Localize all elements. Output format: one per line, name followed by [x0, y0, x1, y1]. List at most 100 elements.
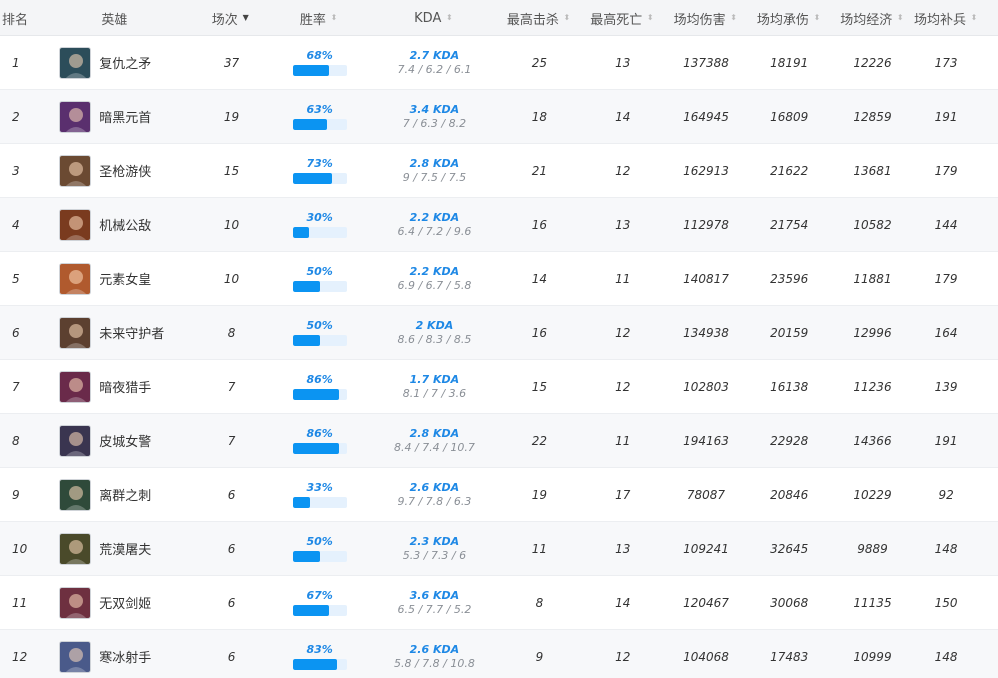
sort-icon[interactable]: ⬍ — [730, 14, 738, 22]
hero-cell[interactable]: 暗夜猎手 — [35, 360, 195, 413]
header-games[interactable]: 场次 ▼ — [194, 0, 268, 36]
hero-cell[interactable]: 元素女皇 — [35, 252, 195, 305]
kda-ratio: 2.2 KDA — [409, 211, 460, 224]
header-rank: 排名 — [2, 12, 29, 28]
avg-taken-cell: 20159 — [770, 325, 809, 340]
avg-taken-cell: 17483 — [770, 649, 809, 664]
avg-cs-cell: 191 — [934, 433, 958, 448]
avg-gold-cell: 10229 — [853, 487, 892, 502]
hero-cell[interactable]: 未来守护者 — [35, 306, 195, 359]
winrate-bar — [292, 173, 347, 184]
avg-gold-cell: 11236 — [853, 379, 892, 394]
rank-cell: 10 — [12, 541, 28, 556]
hero-name[interactable]: 未来守护者 — [99, 323, 164, 342]
kda-detail: 7.4 / 6.2 / 6.1 — [397, 63, 472, 76]
winrate-text: 86% — [306, 427, 333, 440]
table-row[interactable]: 4 机械公敌 10 30% 2.2 KDA 6.4 / 7.2 / 9.6 16 13 1129… — [0, 198, 998, 252]
sort-icon[interactable]: ⬍ — [563, 14, 571, 22]
games-cell: 19 — [223, 109, 240, 124]
hero-cell[interactable]: 机械公敌 — [35, 198, 195, 251]
table-row[interactable]: 8 皮城女警 7 86% 2.8 KDA 8.4 / 7.4 / 10.7 22 11 1941… — [0, 414, 998, 468]
kda-cell: 3.4 KDA 7 / 6.3 / 8.2 — [371, 90, 498, 143]
hero-name[interactable]: 寒冰射手 — [99, 647, 151, 666]
hero-portrait-icon — [59, 208, 92, 241]
sort-icon[interactable]: ⬍ — [970, 14, 978, 22]
sort-icon[interactable]: ⬍ — [646, 14, 654, 22]
winrate-bar — [292, 443, 347, 454]
table-header: 排名 英雄 场次 ▼ 胜率 ⬍ KDA ⬍ 最高击杀 ⬍ 最高死亡 ⬍ 场均伤害 ⬍ 场均承… — [0, 0, 998, 36]
hero-name[interactable]: 无双剑姬 — [99, 593, 151, 612]
hero-cell[interactable]: 复仇之矛 — [35, 36, 195, 89]
winrate-text: 73% — [306, 157, 333, 170]
rank-cell: 11 — [12, 595, 28, 610]
max-deaths-cell: 13 — [615, 217, 631, 232]
kda-detail: 6.9 / 6.7 / 5.8 — [397, 279, 472, 292]
hero-cell[interactable]: 圣枪游侠 — [35, 144, 195, 197]
hero-name[interactable]: 机械公敌 — [99, 215, 151, 234]
hero-name[interactable]: 圣枪游侠 — [99, 161, 151, 180]
table-row[interactable]: 3 圣枪游侠 15 73% 2.8 KDA 9 / 7.5 / 7.5 21 12 162913… — [0, 144, 998, 198]
avg-gold-cell: 10999 — [853, 649, 892, 664]
max-kills-cell: 16 — [531, 325, 548, 340]
sort-icon[interactable]: ⬍ — [445, 14, 453, 22]
table-row[interactable]: 11 无双剑姬 6 67% 3.6 KDA 6.5 / 7.7 / 5.2 8 14 12046… — [0, 576, 998, 630]
table-row[interactable]: 12 寒冰射手 6 83% 2.6 KDA 5.8 / 7.8 / 10.8 9 12 1040… — [0, 630, 998, 678]
hero-name[interactable]: 复仇之矛 — [99, 53, 151, 72]
rank-cell: 4 — [12, 217, 20, 232]
table-row[interactable]: 9 离群之刺 6 33% 2.6 KDA 9.7 / 7.8 / 6.3 19 17 78087… — [0, 468, 998, 522]
avg-damage-cell: 102803 — [683, 379, 729, 394]
kda-detail: 5.3 / 7.3 / 6 — [402, 549, 467, 562]
hero-portrait-icon — [59, 262, 92, 295]
winrate-cell: 50% — [268, 522, 371, 575]
table-row[interactable]: 2 暗黑元首 19 63% 3.4 KDA 7 / 6.3 / 8.2 18 14 164945… — [0, 90, 998, 144]
table-row[interactable]: 6 未来守护者 8 50% 2 KDA 8.6 / 8.3 / 8.5 16 12 134938… — [0, 306, 998, 360]
winrate-text: 50% — [306, 535, 333, 548]
header-avg-damage[interactable]: 场均伤害 ⬍ — [664, 0, 747, 36]
sort-icon[interactable]: ⬍ — [813, 14, 821, 22]
hero-cell[interactable]: 无双剑姬 — [35, 576, 195, 629]
sort-icon[interactable]: ⬍ — [896, 14, 904, 22]
header-kda[interactable]: KDA ⬍ — [370, 0, 497, 36]
table-row[interactable]: 10 荒漠屠夫 6 50% 2.3 KDA 5.3 / 7.3 / 6 11 13 109241… — [0, 522, 998, 576]
avg-damage-cell: 104068 — [683, 649, 729, 664]
avg-damage-cell: 120467 — [683, 595, 729, 610]
hero-portrait-icon — [59, 370, 92, 403]
hero-cell[interactable]: 寒冰射手 — [35, 630, 195, 678]
header-avg-gold[interactable]: 场均经济 ⬍ — [831, 0, 914, 36]
kda-cell: 2 KDA 8.6 / 8.3 / 8.5 — [371, 306, 498, 359]
header-avg-taken[interactable]: 场均承伤 ⬍ — [747, 0, 830, 36]
sort-desc-icon[interactable]: ▼ — [242, 14, 250, 22]
header-max-deaths[interactable]: 最高死亡 ⬍ — [581, 0, 664, 36]
avg-cs-cell: 173 — [934, 55, 958, 70]
header-avg-cs[interactable]: 场均补兵 ⬍ — [914, 0, 998, 36]
avg-cs-cell: 148 — [934, 541, 958, 556]
avg-gold-cell: 12996 — [853, 325, 892, 340]
hero-name[interactable]: 荒漠屠夫 — [99, 539, 151, 558]
hero-cell[interactable]: 离群之刺 — [35, 468, 195, 521]
hero-cell[interactable]: 暗黑元首 — [35, 90, 195, 143]
hero-name[interactable]: 元素女皇 — [99, 269, 151, 288]
games-cell: 7 — [227, 433, 236, 448]
header-winrate[interactable]: 胜率 ⬍ — [268, 0, 371, 36]
hero-cell[interactable]: 皮城女警 — [35, 414, 195, 467]
winrate-text: 30% — [306, 211, 333, 224]
winrate-cell: 67% — [268, 576, 371, 629]
table-row[interactable]: 7 暗夜猎手 7 86% 1.7 KDA 8.1 / 7 / 3.6 15 12 102803 1… — [0, 360, 998, 414]
sort-icon[interactable]: ⬍ — [330, 14, 338, 22]
avg-taken-cell: 22928 — [770, 433, 809, 448]
hero-name[interactable]: 离群之刺 — [99, 485, 151, 504]
hero-name[interactable]: 暗黑元首 — [99, 107, 151, 126]
winrate-text: 50% — [306, 319, 333, 332]
header-max-kills[interactable]: 最高击杀 ⬍ — [497, 0, 580, 36]
table-row[interactable]: 5 元素女皇 10 50% 2.2 KDA 6.9 / 6.7 / 5.8 14 11 1408… — [0, 252, 998, 306]
hero-name[interactable]: 皮城女警 — [99, 431, 151, 450]
hero-name[interactable]: 暗夜猎手 — [99, 377, 151, 396]
avg-taken-cell: 20846 — [770, 487, 809, 502]
winrate-bar-fill — [292, 497, 311, 508]
avg-cs-cell: 92 — [938, 487, 954, 502]
winrate-bar — [292, 605, 347, 616]
kda-detail: 8.1 / 7 / 3.6 — [402, 387, 467, 400]
max-kills-cell: 11 — [531, 541, 548, 556]
table-row[interactable]: 1 复仇之矛 37 68% 2.7 KDA 7.4 / 6.2 / 6.1 25 13 1373… — [0, 36, 998, 90]
hero-cell[interactable]: 荒漠屠夫 — [35, 522, 195, 575]
